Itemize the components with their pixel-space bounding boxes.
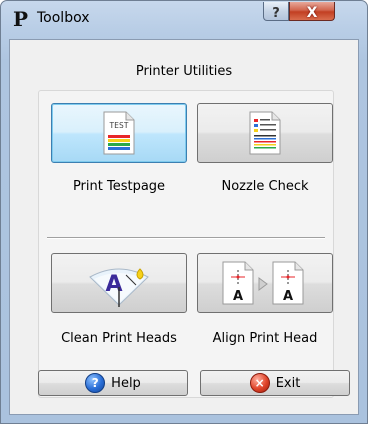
help-button-label: Help: [111, 375, 141, 391]
close-button[interactable]: X: [289, 2, 335, 21]
exit-button-label: Exit: [275, 375, 301, 391]
app-logo: P: [13, 7, 29, 31]
window-title: Toolbox: [37, 10, 90, 26]
help-icon: ?: [85, 373, 106, 393]
nozzle-check-icon: [249, 111, 281, 155]
print-testpage-label: Print Testpage: [72, 179, 166, 194]
align-letter-left: A: [233, 289, 243, 304]
exit-icon: ×: [249, 373, 270, 393]
title-bar[interactable]: P Toolbox ? X: [1, 1, 367, 35]
help-button[interactable]: ? Help: [38, 370, 188, 396]
tools-panel: TEST Print Testpage Nozzle Check A Clean…: [38, 90, 334, 398]
align-print-head-button[interactable]: A A: [197, 253, 333, 313]
client-area: Printer Utilities TEST Print Testpage No…: [9, 39, 359, 415]
exit-button[interactable]: × Exit: [200, 370, 350, 396]
close-icon: X: [306, 5, 318, 21]
clean-print-heads-icon: A: [89, 268, 149, 307]
align-print-head-label: Align Print Head: [212, 331, 318, 346]
print-testpage-button[interactable]: TEST: [51, 103, 187, 163]
nozzle-check-button[interactable]: [197, 103, 333, 163]
section-title: Printer Utilities: [135, 64, 233, 79]
test-page-text: TEST: [109, 121, 128, 130]
question-icon: ?: [272, 6, 280, 21]
title-help-button[interactable]: ?: [263, 2, 289, 21]
align-letter-right: A: [283, 289, 293, 304]
nozzle-check-label: Nozzle Check: [221, 179, 309, 194]
clean-print-heads-label: Clean Print Heads: [61, 331, 177, 346]
clean-print-heads-button[interactable]: A: [51, 253, 187, 313]
align-print-head-icon: A A: [222, 261, 304, 305]
test-page-icon: TEST: [103, 111, 135, 155]
print-head-letter: A: [105, 272, 122, 297]
divider: [47, 237, 325, 239]
toolbox-window: P Toolbox ? X Printer Utilities TEST Pri…: [0, 0, 368, 424]
